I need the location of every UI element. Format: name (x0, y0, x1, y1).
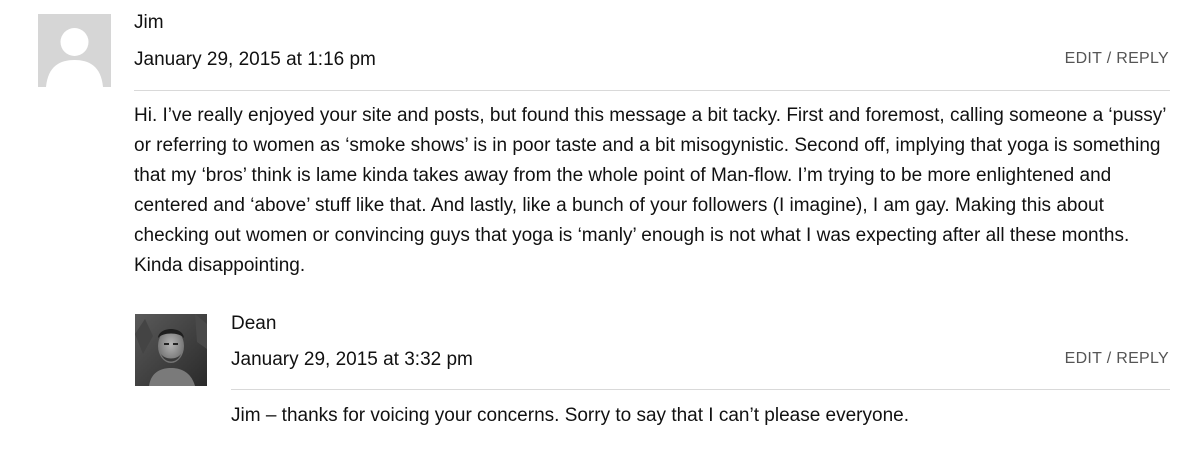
action-separator: / (1106, 350, 1117, 367)
comment-author: Dean (231, 313, 277, 334)
user-photo-avatar (135, 314, 207, 386)
comment-actions: EDIT / REPLY (1065, 50, 1169, 68)
default-avatar-icon (38, 14, 111, 87)
comment-body: Hi. I’ve really enjoyed your site and po… (134, 101, 1174, 281)
comment-text: Jim – thanks for voicing your concerns. … (231, 405, 909, 426)
edit-link[interactable]: EDIT (1065, 350, 1102, 367)
comment-date-link[interactable]: January 29, 2015 at 1:16 pm (134, 49, 376, 71)
reply-link[interactable]: REPLY (1116, 50, 1169, 67)
reply-link[interactable]: REPLY (1116, 350, 1169, 367)
edit-link[interactable]: EDIT (1065, 50, 1102, 67)
comment-actions: EDIT / REPLY (1065, 350, 1169, 368)
divider (231, 389, 1170, 390)
comment-body: Jim – thanks for voicing your concerns. … (231, 401, 1171, 431)
comment-author: Jim (134, 12, 164, 33)
divider (134, 90, 1170, 91)
comment-date-link[interactable]: January 29, 2015 at 3:32 pm (231, 349, 473, 371)
action-separator: / (1106, 50, 1117, 67)
comment-text: Hi. I’ve really enjoyed your site and po… (134, 105, 1166, 276)
